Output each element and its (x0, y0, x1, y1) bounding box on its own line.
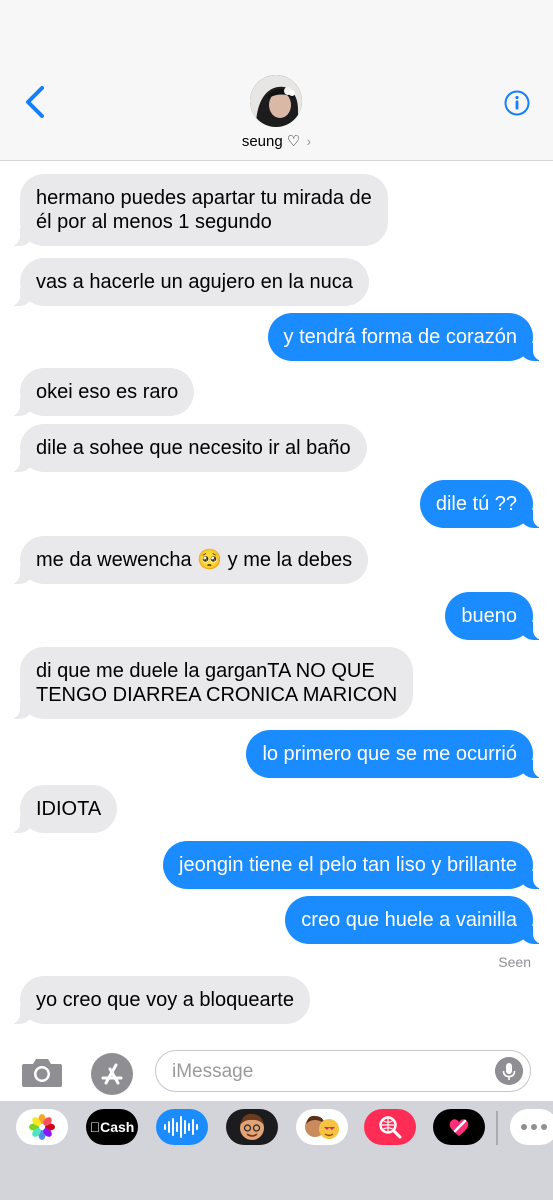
message-text: vas a hacerle un agujero en la nuca (36, 271, 353, 293)
contact-name-row[interactable]: seung ♡ › (0, 132, 553, 150)
chevron-right-icon: › (306, 133, 312, 149)
message-text: él por al menos 1 segundo (36, 211, 272, 233)
message-bubble[interactable]: jeongin tiene el pelo tan liso y brillan… (163, 841, 545, 889)
apple-cash-label: Cash (90, 1119, 135, 1135)
message-bubble[interactable]: vas a hacerle un agujero en la nuca (8, 258, 369, 306)
message-thread[interactable]: hermano puedes apartar tu mirada de él p… (0, 161, 553, 1041)
message-text: dile tú ?? (435, 493, 517, 515)
info-icon[interactable] (503, 89, 531, 117)
message-text: IDIOTA (36, 798, 102, 820)
images-search-icon[interactable] (364, 1109, 416, 1145)
message-text: dile a sohee que necesito ir al baño (36, 437, 351, 459)
app-store-icon[interactable] (90, 1052, 134, 1096)
message-bubble[interactable]: y tendrá forma de corazón (267, 313, 546, 361)
message-text: okei eso es raro (36, 381, 179, 403)
message-bubble[interactable]: bueno (445, 592, 545, 640)
message-bubble[interactable]: me da wewencha 🥺 y me la debes (7, 536, 369, 584)
camera-icon[interactable] (20, 1055, 64, 1089)
app-drawer: Cash (0, 1101, 553, 1200)
message-text: creo que huele a vainilla (301, 909, 517, 931)
message-text: TENGO DIARREA CRONICA MARICON (36, 684, 398, 706)
compose-bar: iMessage (0, 1041, 553, 1101)
message-bubble[interactable]: dile a sohee que necesito ir al baño (8, 424, 367, 472)
message-text: me da wewencha 🥺 y me la debes (36, 549, 353, 571)
dictation-mic-icon[interactable] (495, 1057, 523, 1085)
animoji-icon[interactable] (296, 1109, 348, 1145)
contact-avatar[interactable] (250, 75, 302, 127)
message-text: jeongin tiene el pelo tan liso y brillan… (179, 854, 517, 876)
message-bubble[interactable]: hermano puedes apartar tu mirada de él p… (8, 174, 388, 246)
message-bubble[interactable]: yo creo que voy a bloquearte (8, 976, 310, 1024)
message-bubble[interactable]: IDIOTA (7, 785, 118, 833)
message-bubble[interactable]: di que me duele la garganTA NO QUE TENGO… (7, 647, 414, 719)
message-text: hermano puedes apartar tu mirada de (36, 187, 372, 209)
conversation-header: seung ♡ › (0, 0, 553, 161)
drawer-divider (496, 1111, 498, 1145)
more-icon[interactable] (510, 1109, 553, 1145)
message-text: bueno (461, 605, 517, 627)
read-receipt: Seen (498, 954, 531, 970)
message-text: y tendrá forma de corazón (283, 326, 517, 348)
message-bubble[interactable]: lo primero que se me ocurrió (246, 730, 545, 778)
message-text: lo primero que se me ocurrió (262, 743, 517, 765)
message-text: di que me duele la garganTA NO QUE (36, 660, 375, 682)
digital-touch-icon[interactable] (433, 1109, 485, 1145)
audio-message-icon[interactable] (156, 1109, 208, 1145)
message-text: yo creo que voy a bloquearte (36, 989, 294, 1011)
memoji-icon[interactable] (226, 1109, 278, 1145)
apple-cash-icon[interactable]: Cash (86, 1109, 138, 1145)
message-bubble[interactable]: creo que huele a vainilla (285, 896, 545, 944)
back-chevron-icon[interactable] (20, 84, 50, 120)
message-bubble[interactable]: okei eso es raro (7, 368, 195, 416)
message-bubble[interactable]: dile tú ?? (419, 480, 546, 528)
message-input[interactable]: iMessage (155, 1050, 531, 1092)
contact-name: seung ♡ (241, 133, 301, 150)
message-input-placeholder: iMessage (172, 1061, 254, 1082)
photos-icon[interactable] (16, 1109, 68, 1145)
